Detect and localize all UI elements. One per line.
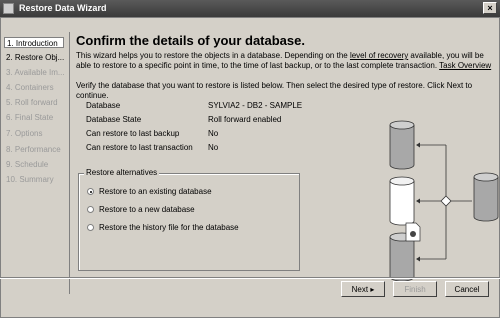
step-containers: 4. Containers [6,83,54,92]
window-title: Restore Data Wizard [19,3,107,13]
step-available-images: 3. Available Im... [6,68,64,77]
intro-text: This wizard helps you to restore the obj… [76,51,492,71]
database-icon [473,172,499,222]
task-overview-link[interactable]: Task Overview [439,61,491,70]
intro-text-part1: This wizard helps you to restore the obj… [76,51,350,60]
radio-label: Restore the history file for the databas… [99,223,239,232]
history-file-icon [405,222,421,242]
detail-value: No [208,129,219,138]
step-summary: 10. Summary [6,175,54,184]
restore-alternatives-group: Restore alternatives Restore to an exist… [78,168,300,271]
detail-label: Can restore to last transaction [86,143,193,152]
title-bar: Restore Data Wizard × [0,0,500,17]
finish-button[interactable]: Finish [393,281,437,297]
app-icon [3,3,14,14]
detail-value: No [208,143,219,152]
radio-history-file[interactable]: Restore the history file for the databas… [87,223,239,232]
step-performance: 8. Performance [6,145,61,154]
database-icon [389,176,415,226]
step-restore-objects[interactable]: 2. Restore Obj... [4,52,64,63]
detail-label: Database State [86,115,142,124]
database-icon [389,120,415,170]
junction-diamond [440,195,452,207]
next-button[interactable]: Next ▸ [341,281,385,297]
detail-label: Database [86,101,121,110]
step-final-state: 6. Final State [6,113,54,122]
radio-label: Restore to a new database [99,205,195,214]
radio-button-checked[interactable] [87,188,94,195]
verify-instructions: Verify the database that you want to res… [76,81,473,100]
page-title: Confirm the details of your database. [76,33,305,48]
radio-button[interactable] [87,206,94,213]
detail-value: Roll forward enabled [208,115,282,124]
arrowheads [416,142,420,262]
step-options: 7. Options [6,129,43,138]
restore-diagram [389,120,499,282]
restore-alternatives-legend: Restore alternatives [84,168,160,177]
close-button[interactable]: × [483,2,497,14]
cancel-button[interactable]: Cancel [445,281,489,297]
button-bar-separator [0,277,500,279]
step-schedule: 9. Schedule [6,160,49,169]
detail-label: Can restore to last backup [86,129,180,138]
level-of-recovery-link[interactable]: level of recovery [350,51,408,60]
step-introduction[interactable]: 1. Introduction [4,37,64,48]
radio-new-database[interactable]: Restore to a new database [87,205,195,214]
radio-existing-database[interactable]: Restore to an existing database [87,187,212,196]
radio-button[interactable] [87,224,94,231]
detail-value: SYLVIA2 - DB2 - SAMPLE [208,101,303,110]
sidebar-divider [69,32,70,294]
step-roll-forward: 5. Roll forward [6,98,58,107]
main-panel: Confirm the details of your database. Th… [74,33,499,295]
radio-label: Restore to an existing database [99,187,212,196]
wizard-steps-sidebar: 1. Introduction 2. Restore Obj... 3. Ava… [2,33,67,295]
